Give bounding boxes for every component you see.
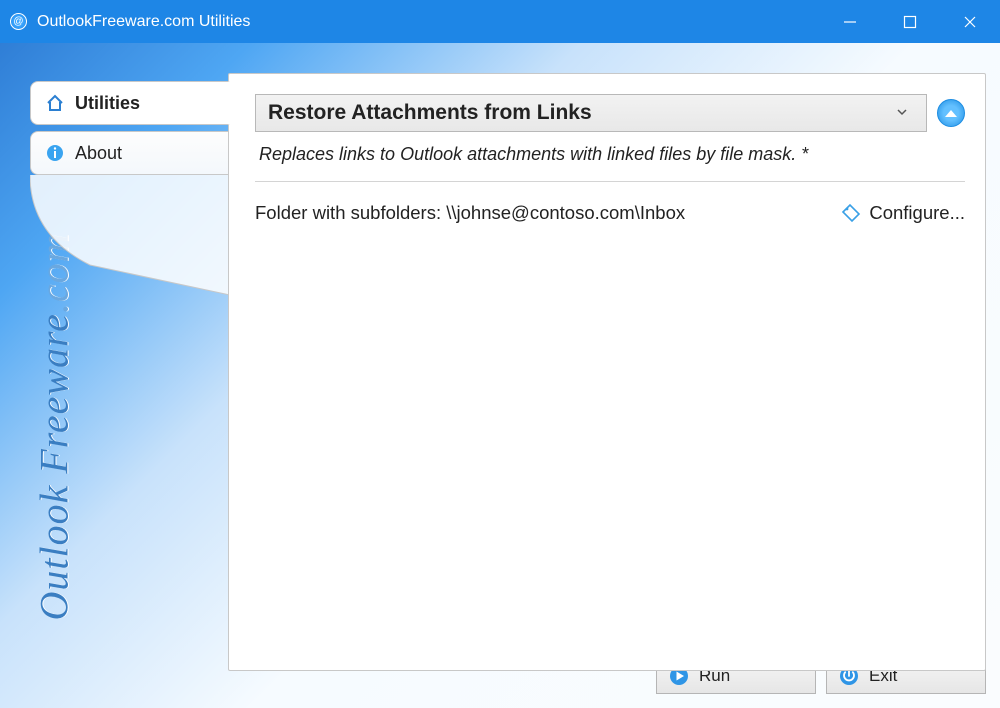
maximize-button[interactable] <box>880 0 940 43</box>
utility-description: Replaces links to Outlook attachments wi… <box>259 144 965 165</box>
home-icon <box>45 93 65 113</box>
tab-connector-decoration <box>30 175 230 295</box>
client-area: Outlook Freeware.com Utilities About Res… <box>0 43 1000 708</box>
main-panel: Restore Attachments from Links Replaces … <box>228 73 986 671</box>
app-icon: @ <box>10 13 27 30</box>
title-bar: @ OutlookFreeware.com Utilities <box>0 0 1000 43</box>
divider <box>255 181 965 182</box>
window-controls <box>820 0 1000 43</box>
minimize-button[interactable] <box>820 0 880 43</box>
eject-button[interactable] <box>937 99 965 127</box>
configure-link[interactable]: Configure... <box>841 202 965 224</box>
utility-select[interactable]: Restore Attachments from Links <box>255 94 927 132</box>
tab-label: About <box>75 143 122 164</box>
utility-selector-row: Restore Attachments from Links <box>255 94 965 132</box>
folder-path-label: Folder with subfolders: \\johnse@contoso… <box>255 202 685 224</box>
tag-icon <box>841 203 861 223</box>
tab-about[interactable]: About <box>30 131 230 175</box>
close-button[interactable] <box>940 0 1000 43</box>
window-title: OutlookFreeware.com Utilities <box>37 13 250 31</box>
folder-row: Folder with subfolders: \\johnse@contoso… <box>255 202 965 224</box>
chevron-down-icon <box>890 105 914 121</box>
utility-select-label: Restore Attachments from Links <box>268 101 592 125</box>
configure-label: Configure... <box>869 202 965 224</box>
tab-utilities[interactable]: Utilities <box>30 81 230 125</box>
eject-icon <box>945 110 957 117</box>
info-icon <box>45 143 65 163</box>
tab-label: Utilities <box>75 93 140 114</box>
